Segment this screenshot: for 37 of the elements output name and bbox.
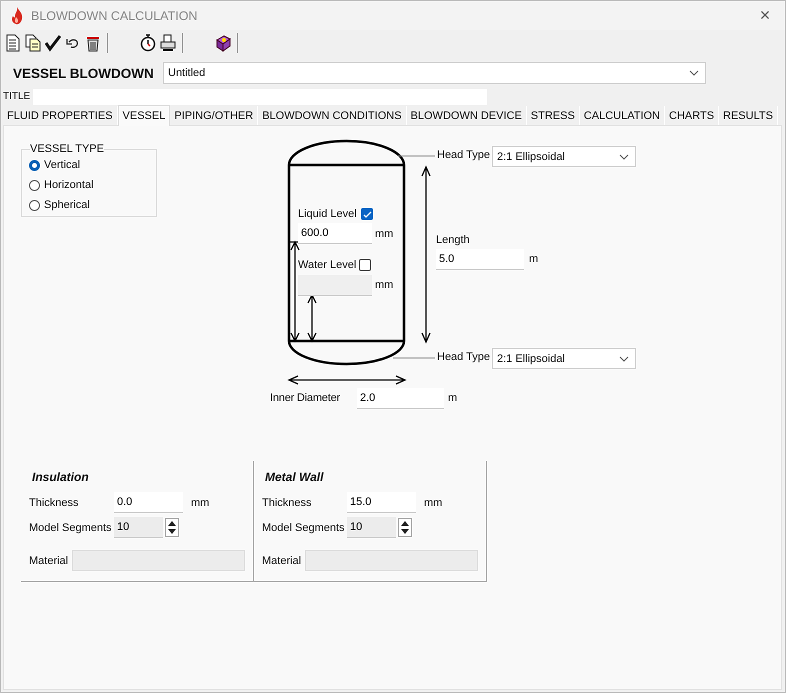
window-title: BLOWDOWN CALCULATION (31, 8, 198, 22)
radio-option[interactable]: Horizontal (29, 175, 156, 195)
segments-label: Model Segments (262, 522, 346, 534)
group-title: Metal Wall (265, 470, 325, 484)
group-title: Insulation (32, 470, 90, 484)
tab[interactable]: VESSEL (118, 105, 170, 126)
liquid-level-label: Liquid Level (298, 208, 357, 220)
head-type-label: Head Type (437, 351, 490, 363)
segments-label: Model Segments (29, 522, 113, 534)
unit-label: mm (375, 228, 394, 240)
radio-option[interactable]: Spherical (29, 195, 156, 215)
head-type-label: Head Type (437, 149, 490, 161)
liquid-level-field[interactable]: 600.0 (298, 223, 372, 244)
unit-label: m (529, 253, 538, 265)
head-type-dropdown[interactable]: 2:1 Ellipsoidal (492, 348, 636, 369)
module-title: VESSEL BLOWDOWN (13, 66, 155, 80)
unit-label: m (448, 392, 458, 404)
material-label: Material (262, 554, 302, 566)
water-level-label: Water Level (298, 259, 356, 271)
file-dropdown[interactable]: Untitled (163, 62, 706, 84)
inner-diameter-label: Inner Diameter (270, 392, 340, 404)
material-label: Material (29, 554, 70, 566)
inner-diameter-field[interactable]: 2.0 (357, 388, 444, 409)
thickness-label: Thickness (29, 496, 80, 508)
unit-label: mm (375, 279, 394, 291)
thickness-field[interactable]: 15.0 (347, 492, 416, 513)
radio-option[interactable]: Vertical (29, 155, 156, 175)
unit-label: mm (424, 496, 442, 508)
length-label: Length (436, 234, 470, 246)
close-button[interactable]: × (751, 5, 779, 26)
title-label: TITLE (3, 91, 32, 102)
group-title: VESSEL TYPE (30, 143, 104, 155)
thickness-field[interactable]: 0.0 (114, 492, 183, 513)
unit-label: mm (191, 496, 210, 508)
head-type-dropdown[interactable]: 2:1 Ellipsoidal (492, 146, 636, 167)
length-field[interactable]: 5.0 (436, 249, 524, 270)
thickness-label: Thickness (262, 496, 313, 508)
